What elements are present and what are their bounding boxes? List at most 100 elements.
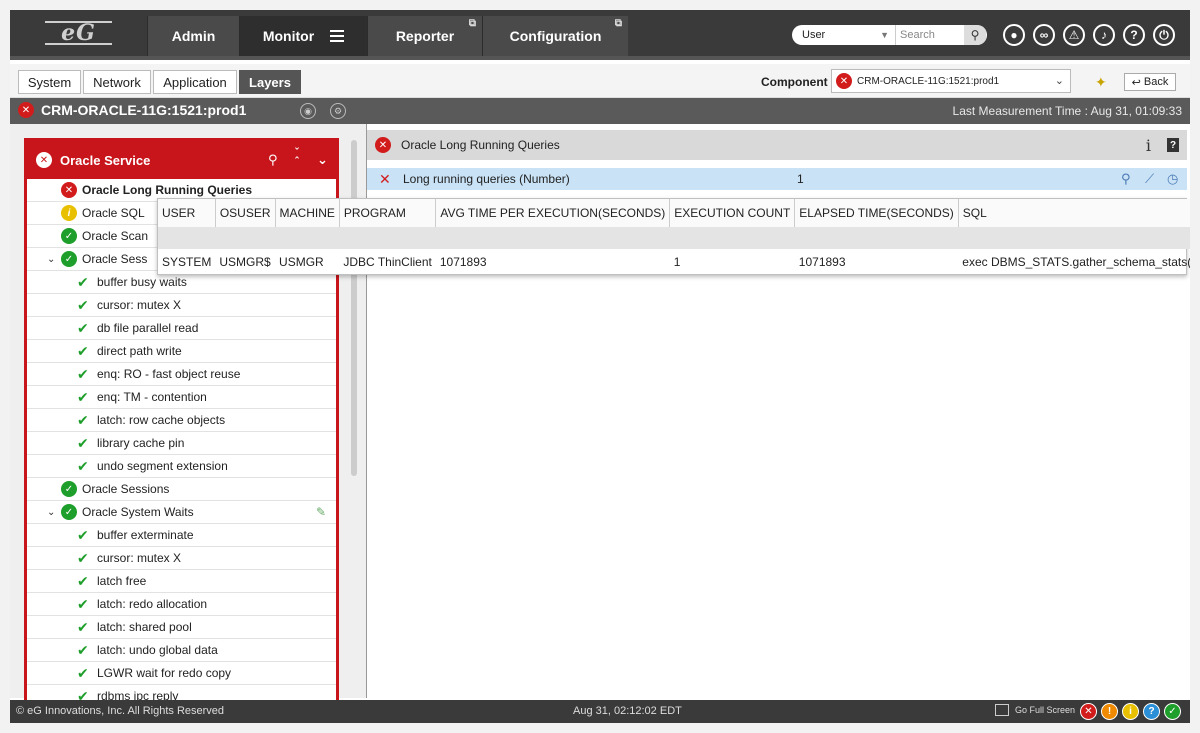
chevron-down-icon: ⌄	[1054, 75, 1064, 87]
tree-item[interactable]: ✔ db file parallel read	[27, 317, 336, 340]
magic-wand-icon[interactable]: ✦	[1095, 74, 1107, 91]
tree-item-label: LGWR wait for redo copy	[97, 666, 232, 680]
normal-status-badge-icon[interactable]: ✓	[1164, 703, 1181, 720]
critical-x-icon: ✕	[379, 170, 391, 187]
tree-item[interactable]: ✔ latch: redo allocation	[27, 593, 336, 616]
collapse-all-icon[interactable]: ˇˆ	[295, 148, 299, 168]
layer-header[interactable]: ✕ Oracle Service ⚲ ˇˆ ⌄	[27, 141, 336, 179]
graph-icon[interactable]: ⟋	[1145, 171, 1154, 187]
check-icon: ✔	[77, 319, 89, 336]
normal-status-icon: ✓	[61, 504, 77, 520]
tree-item-label: latch free	[97, 574, 147, 588]
critical-status-icon: ✕	[18, 102, 34, 118]
check-icon: ✔	[77, 388, 89, 405]
column-header[interactable]: SQL	[958, 199, 1190, 227]
search-scope-select[interactable]: User ▼	[792, 25, 896, 45]
check-icon: ✔	[77, 641, 89, 658]
alert-settings-icon[interactable]: ◉	[300, 103, 316, 119]
tree-item[interactable]: ⌄ ✓ Oracle System Waits ✎	[27, 501, 336, 524]
table-cell: SYSTEM	[162, 255, 212, 269]
tree-item[interactable]: ✔ cursor: mutex X	[27, 294, 336, 317]
column-header[interactable]: ELAPSED TIME(SECONDS)	[794, 199, 959, 227]
tab-layers[interactable]: Layers	[239, 70, 301, 94]
search-input[interactable]: Search	[896, 25, 964, 45]
tree-item[interactable]: ✔ enq: TM - contention	[27, 386, 336, 409]
tree-item[interactable]: ✔ library cache pin	[27, 432, 336, 455]
tab-network[interactable]: Network	[83, 70, 151, 94]
component-select[interactable]: ✕ CRM-ORACLE-11G:1521:prod1 ⌄	[831, 69, 1071, 93]
nav-tab-admin[interactable]: Admin	[147, 16, 239, 56]
user-profile-icon[interactable]: ●	[1003, 24, 1025, 46]
search-icon[interactable]: ⚲	[268, 152, 278, 168]
tree-item[interactable]: ✓ Oracle Sessions	[27, 478, 336, 501]
column-header[interactable]: OSUSER	[215, 199, 276, 227]
link-icon[interactable]: ∞	[1033, 24, 1055, 46]
critical-status-icon: ✕	[836, 73, 852, 89]
tree-item-label: Oracle SQL	[82, 206, 145, 220]
critical-alarm-badge-icon[interactable]: ✕	[1080, 703, 1097, 720]
tree-item[interactable]: ✔ cursor: mutex X	[27, 547, 336, 570]
table-cell: USMGR	[279, 255, 324, 269]
table-row[interactable]: SYSTEM USMGR$ USMGR JDBC ThinClient 1071893 1…	[158, 249, 1190, 275]
tree-item[interactable]: ✔ enq: RO - fast object reuse	[27, 363, 336, 386]
normal-status-icon: ✓	[61, 251, 77, 267]
tree-item-label: buffer exterminate	[97, 528, 194, 542]
tree-item[interactable]: ✔ buffer exterminate	[27, 524, 336, 547]
nav-tab-monitor[interactable]: Monitor	[239, 16, 367, 56]
tree-item[interactable]: ✔ latch: shared pool	[27, 616, 336, 639]
table-cell: 1	[673, 255, 681, 269]
tree-scrollbar[interactable]	[351, 140, 357, 476]
power-logout-icon[interactable]: ⏻	[1153, 24, 1175, 46]
expand-chevron-icon[interactable]: ⌄	[47, 507, 61, 518]
tree-item[interactable]: ✔ latch free	[27, 570, 336, 593]
chevron-down-icon[interactable]: ⌄	[317, 152, 328, 168]
hamburger-menu-icon[interactable]	[330, 30, 345, 42]
check-icon: ✔	[77, 549, 89, 566]
column-header[interactable]: MACHINE	[275, 199, 340, 227]
test-title: Oracle Long Running Queries	[401, 138, 560, 152]
check-icon: ✔	[77, 342, 89, 359]
critical-status-icon: ✕	[36, 152, 52, 168]
nav-tab-reporter[interactable]: Reporter ⧉	[367, 16, 482, 56]
unknown-alarm-badge-icon[interactable]: ?	[1143, 703, 1160, 720]
maintenance-icon[interactable]: ⚙	[330, 103, 346, 119]
tree-item[interactable]: ✔ direct path write	[27, 340, 336, 363]
tree-item[interactable]: ✔ latch: row cache objects	[27, 409, 336, 432]
tab-application[interactable]: Application	[153, 70, 237, 94]
detailed-diagnosis-search-icon[interactable]: ⚲	[1121, 171, 1131, 187]
minor-alarm-badge-icon[interactable]: i	[1122, 703, 1139, 720]
column-header[interactable]: EXECUTION COUNT	[669, 199, 796, 227]
column-header[interactable]: USER	[158, 199, 216, 227]
help-icon[interactable]: ?	[1167, 138, 1179, 152]
edit-icon[interactable]: ✎	[316, 505, 326, 519]
measure-row[interactable]: ✕ Long running queries (Number) 1 ⚲ ⟋ ◷	[367, 168, 1187, 190]
alarm-icon[interactable]: ⚠	[1063, 24, 1085, 46]
table-cell: USMGR$	[219, 255, 271, 269]
help-icon[interactable]: ?	[1123, 24, 1145, 46]
tree-item[interactable]: ✔ latch: undo global data	[27, 639, 336, 662]
expand-chevron-icon[interactable]: ⌄	[47, 254, 61, 265]
tab-system[interactable]: System	[18, 70, 81, 94]
tree-item-label: enq: TM - contention	[97, 390, 207, 404]
column-header[interactable]: PROGRAM	[339, 199, 437, 227]
check-icon: ✔	[77, 457, 89, 474]
go-full-screen-button[interactable]: Go Full Screen	[995, 704, 1075, 716]
eg-logo[interactable]: eG	[10, 10, 147, 56]
tree-item[interactable]: ✔ undo segment extension	[27, 455, 336, 478]
minor-status-icon: i	[61, 205, 77, 221]
check-icon: ✔	[77, 273, 89, 290]
tree-item-label: db file parallel read	[97, 321, 199, 335]
tree-item-label: Oracle Sess	[82, 252, 148, 266]
back-button[interactable]: ↩ Back	[1124, 73, 1176, 91]
column-header[interactable]: AVG TIME PER EXECUTION(SECONDS)	[435, 199, 671, 227]
history-clock-icon[interactable]: ◷	[1167, 171, 1178, 187]
normal-status-icon: ✓	[61, 481, 77, 497]
info-icon[interactable]: i	[1146, 136, 1151, 155]
major-alarm-badge-icon[interactable]: !	[1101, 703, 1118, 720]
chevron-down-icon: ▼	[880, 30, 889, 40]
nav-tab-configuration[interactable]: Configuration ⧉	[482, 16, 628, 56]
search-icon[interactable]: ⚲	[964, 25, 986, 45]
tree-item[interactable]: ✔ LGWR wait for redo copy	[27, 662, 336, 685]
check-icon: ✔	[77, 572, 89, 589]
notification-bell-icon[interactable]: ♪	[1093, 24, 1115, 46]
